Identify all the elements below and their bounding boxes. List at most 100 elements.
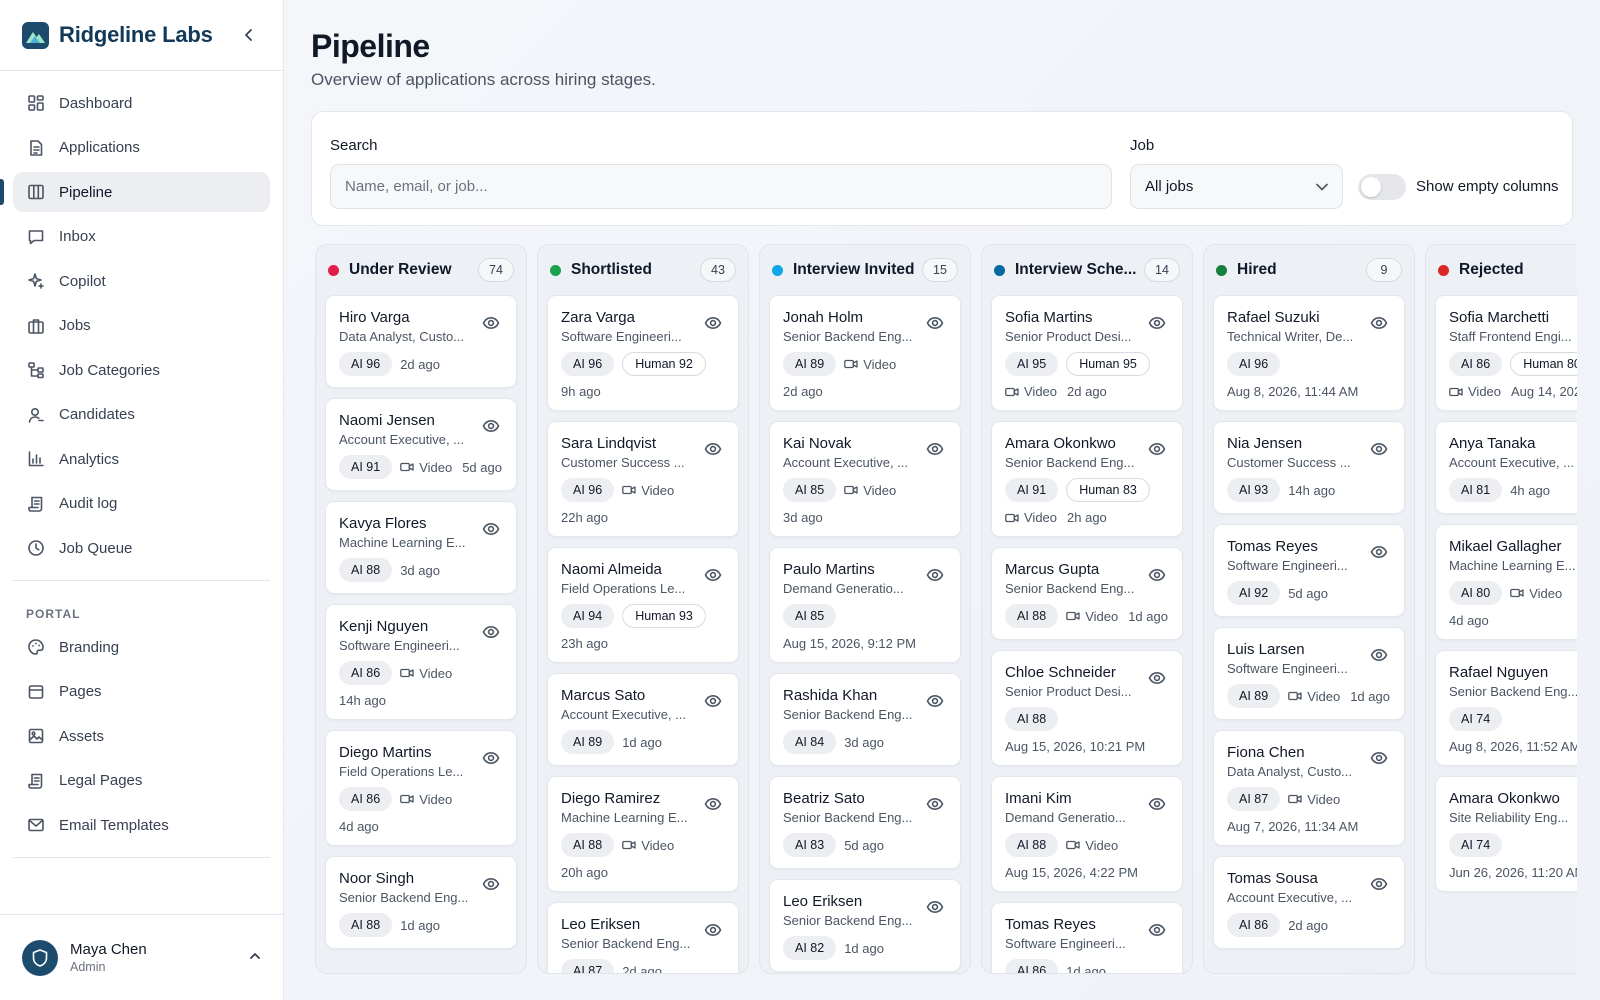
eye-icon[interactable] [704,921,722,939]
sidebar-item-jobs[interactable]: Jobs [13,306,270,346]
sidebar-item-job-categories[interactable]: Job Categories [13,350,270,390]
sidebar-item-label: Inbox [59,228,96,245]
sidebar-item-dashboard[interactable]: Dashboard [13,83,270,123]
candidate-card[interactable]: Marcus Sato Account Executive, ... AI 89 1d… [547,673,739,766]
candidate-card[interactable]: Diego Ramirez Machine Learning E... AI 88 V… [547,776,739,892]
user-menu[interactable]: Maya Chen Admin [0,914,283,1000]
sidebar-item-inbox[interactable]: Inbox [13,217,270,257]
sidebar-item-pipeline[interactable]: Pipeline [0,172,270,212]
candidate-card[interactable]: Naomi Almeida Field Operations Le... AI 94… [547,547,739,663]
candidate-card[interactable]: Sofia Marchetti Staff Frontend Engi... AI … [1435,295,1577,411]
eye-icon[interactable] [1148,669,1166,687]
candidate-card[interactable]: Noor Singh Senior Backend Eng... AI 88 1d a… [325,856,517,949]
eye-icon[interactable] [482,875,500,893]
score-row: AI 87 Video [1227,787,1391,811]
eye-icon[interactable] [926,314,944,332]
eye-icon[interactable] [1370,314,1388,332]
eye-icon[interactable] [1148,440,1166,458]
eye-icon[interactable] [704,314,722,332]
candidate-card[interactable]: Amara Okonkwo Site Reliability Eng... AI 7… [1435,776,1577,892]
candidate-name: Marcus Gupta [1005,561,1100,578]
sidebar-item-email-templates[interactable]: Email Templates [13,805,270,845]
candidate-name: Rashida Khan [783,687,878,704]
eye-icon[interactable] [704,692,722,710]
candidate-card[interactable]: Paulo Martins Demand Generatio... AI 85 Aug… [769,547,961,663]
eye-icon[interactable] [704,440,722,458]
eye-icon[interactable] [926,692,944,710]
sidebar-item-pages[interactable]: Pages [13,672,270,712]
sidebar-item-candidates[interactable]: Candidates [13,395,270,435]
eye-icon[interactable] [1370,440,1388,458]
candidate-card[interactable]: Diego Martins Field Operations Le... AI 86… [325,730,517,846]
candidate-card[interactable]: Zara Varga Software Engineeri... AI 96 Huma… [547,295,739,411]
candidate-card[interactable]: Tomas Sousa Account Executive, ... AI 86 2d… [1213,856,1405,949]
eye-icon[interactable] [926,898,944,916]
candidate-card[interactable]: Rafael Suzuki Technical Writer, De... AI 9… [1213,295,1405,411]
candidate-card[interactable]: Tomas Reyes Software Engineeri... AI 86 1d … [991,902,1183,973]
sidebar-item-job-queue[interactable]: Job Queue [13,528,270,568]
sidebar-item-legal-pages[interactable]: Legal Pages [13,761,270,801]
eye-icon[interactable] [926,440,944,458]
eye-icon[interactable] [1370,543,1388,561]
ai-score-badge: AI 87 [561,959,615,973]
candidate-card[interactable]: Kai Novak Account Executive, ... AI 85 Vide… [769,421,961,537]
eye-icon[interactable] [926,566,944,584]
candidate-card[interactable]: Kavya Flores Machine Learning E... AI 88 3d… [325,501,517,594]
eye-icon[interactable] [1148,921,1166,939]
candidate-card[interactable]: Fiona Chen Data Analyst, Custo... AI 87 Vid… [1213,730,1405,846]
collapse-sidebar-button[interactable] [237,23,261,47]
eye-icon[interactable] [1148,566,1166,584]
candidate-card[interactable]: Nia Jensen Customer Success ... AI 93 14h a… [1213,421,1405,514]
candidate-card[interactable]: Marcus Gupta Senior Backend Eng... AI 88 Vi… [991,547,1183,640]
sidebar-item-copilot[interactable]: Copilot [13,261,270,301]
chevron-up-icon[interactable] [249,950,261,965]
eye-icon[interactable] [482,314,500,332]
candidate-card[interactable]: Rafael Nguyen Senior Backend Eng... AI 74 A… [1435,650,1577,766]
eye-icon[interactable] [482,520,500,538]
sidebar-item-assets[interactable]: Assets [13,716,270,756]
candidate-card[interactable]: Jonah Holm Senior Backend Eng... AI 89 Vide… [769,295,961,411]
status-dot [994,264,1005,276]
candidate-name: Noor Singh [339,870,415,887]
show-empty-columns-toggle[interactable] [1358,174,1406,200]
candidate-name: Jonah Holm [783,309,864,326]
candidate-card[interactable]: Tomas Reyes Software Engineeri... AI 92 5d … [1213,524,1405,617]
pipeline-column: Rejected Sofia Marchetti Staff Frontend En… [1425,244,1577,974]
job-select[interactable]: All jobs [1130,164,1343,209]
sidebar-item-branding[interactable]: Branding [13,627,270,667]
eye-icon[interactable] [926,795,944,813]
eye-icon[interactable] [1370,749,1388,767]
candidate-name: Leo Eriksen [783,893,863,910]
candidate-card[interactable]: Luis Larsen Software Engineeri... AI 89 Vid… [1213,627,1405,720]
candidate-card[interactable]: Naomi Jensen Account Executive, ... AI 91 V… [325,398,517,491]
sidebar-item-applications[interactable]: Applications [13,128,270,168]
eye-icon[interactable] [704,795,722,813]
candidate-card[interactable]: Chloe Schneider Senior Product Desi... AI … [991,650,1183,766]
eye-icon[interactable] [1148,314,1166,332]
user-role: Admin [70,960,106,974]
eye-icon[interactable] [1370,875,1388,893]
eye-icon[interactable] [1148,795,1166,813]
sidebar-item-audit-log[interactable]: Audit log [13,484,270,524]
candidate-card[interactable]: Kenji Nguyen Software Engineeri... AI 86 Vi… [325,604,517,720]
search-input[interactable] [330,164,1112,209]
sidebar-item-analytics[interactable]: Analytics [13,439,270,479]
candidate-card[interactable]: Amara Okonkwo Senior Backend Eng... AI 91 H… [991,421,1183,537]
candidate-card[interactable]: Leo Eriksen Senior Backend Eng... AI 82 1d … [769,879,961,972]
candidate-card[interactable]: Anya Tanaka Account Executive, ... AI 81 4h… [1435,421,1577,514]
eye-icon[interactable] [1370,646,1388,664]
eye-icon[interactable] [704,566,722,584]
candidate-card[interactable]: Rashida Khan Senior Backend Eng... AI 84 3d… [769,673,961,766]
eye-icon[interactable] [482,417,500,435]
candidate-card[interactable]: Imani Kim Demand Generatio... AI 88 Video Au… [991,776,1183,892]
candidate-role: Data Analyst, Custo... [339,329,465,344]
candidate-card[interactable]: Mikael Gallagher Machine Learning E... AI … [1435,524,1577,640]
candidate-card[interactable]: Hiro Varga Data Analyst, Custo... AI 96 2d … [325,295,517,388]
candidate-card[interactable]: Leo Eriksen Senior Backend Eng... AI 87 2d … [547,902,739,973]
candidate-card[interactable]: Sofia Martins Senior Product Desi... AI 95… [991,295,1183,411]
candidate-role: Demand Generatio... [1005,810,1126,825]
candidate-card[interactable]: Beatriz Sato Senior Backend Eng... AI 83 5d… [769,776,961,869]
candidate-card[interactable]: Sara Lindqvist Customer Success ... AI 96 V… [547,421,739,537]
eye-icon[interactable] [482,749,500,767]
eye-icon[interactable] [482,623,500,641]
